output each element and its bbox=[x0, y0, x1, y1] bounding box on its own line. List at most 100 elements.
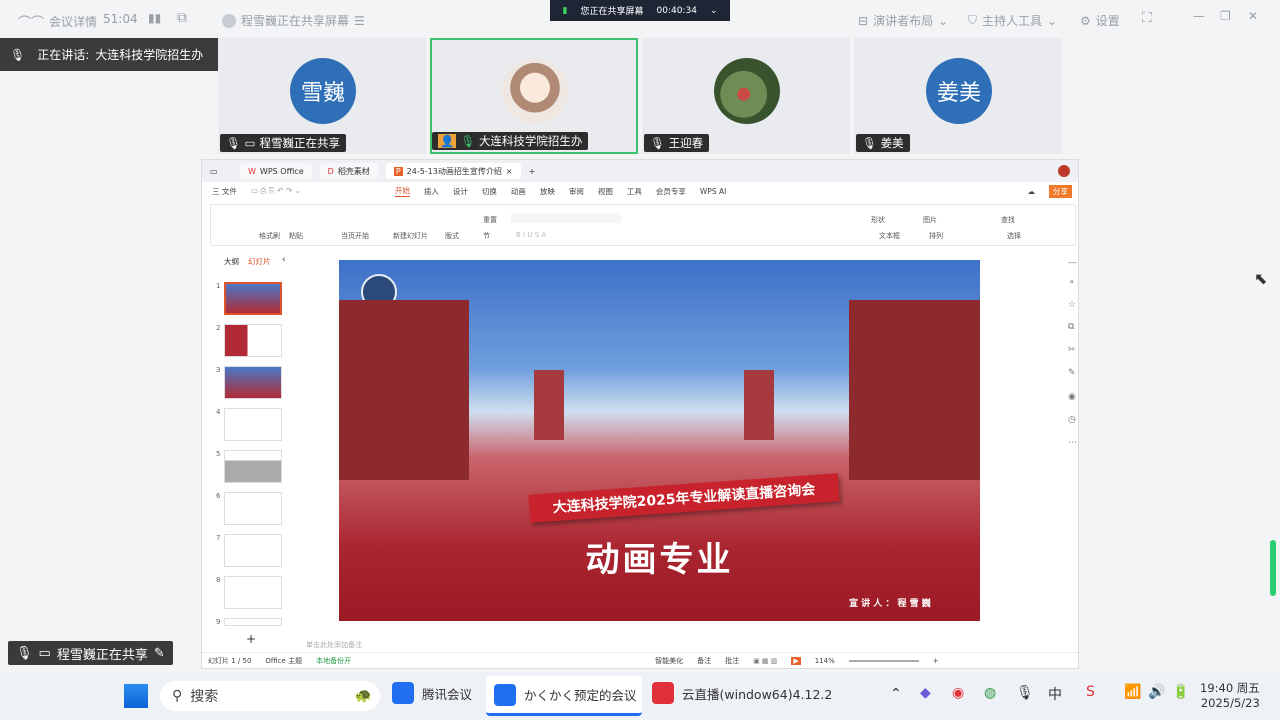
menu-item-view[interactable]: 视图 bbox=[598, 186, 613, 197]
smart-beautify-button[interactable]: 智能美化 bbox=[655, 656, 683, 666]
cloud-icon[interactable]: ☁ bbox=[1028, 187, 1036, 196]
chevron-down-icon[interactable]: ⌄ bbox=[710, 6, 718, 16]
slide-thumbnail[interactable] bbox=[224, 492, 282, 525]
close-icon[interactable]: ✕ bbox=[1248, 9, 1258, 23]
arrange-button[interactable]: 排列 bbox=[929, 231, 943, 241]
more-icon[interactable]: ⋯ bbox=[1068, 438, 1077, 448]
battery-icon[interactable]: 🔋 bbox=[1172, 684, 1189, 700]
menu-item-member[interactable]: 会员专享 bbox=[656, 186, 686, 197]
tab-wps-office[interactable]: W WPS Office bbox=[240, 163, 312, 179]
menu-item-review[interactable]: 审阅 bbox=[569, 186, 584, 197]
select-button[interactable]: 选择 bbox=[1007, 231, 1021, 241]
slide-thumbnail[interactable] bbox=[224, 408, 282, 441]
toolbar-quick-icons[interactable]: ▭ ⎙ ⎘ ↶ ↷ ⌄ bbox=[251, 186, 381, 196]
popout-icon[interactable]: ⧉ bbox=[177, 10, 187, 26]
notes-placeholder[interactable]: 单击此处添加备注 bbox=[306, 640, 362, 650]
input-method-icon[interactable]: 中 bbox=[1048, 684, 1062, 704]
menu-item-design[interactable]: 设计 bbox=[453, 186, 468, 197]
pen-icon[interactable]: ✎ bbox=[154, 646, 165, 661]
wifi-icon[interactable]: 📶 bbox=[1124, 684, 1141, 700]
tray-app-icon[interactable]: ◍ bbox=[984, 685, 996, 701]
star-icon[interactable]: ☆ bbox=[1068, 300, 1076, 310]
picture-button[interactable]: 图片 bbox=[923, 215, 937, 225]
slide-thumbnail[interactable] bbox=[224, 366, 282, 399]
textbox-button[interactable]: 文本框 bbox=[879, 231, 900, 241]
participant-tile[interactable]: 雪巍 🎙 ▭ 程雪巍正在共享 bbox=[218, 38, 426, 154]
history-icon[interactable]: ◷ bbox=[1068, 415, 1076, 425]
maximize-icon[interactable]: ❐ bbox=[1220, 9, 1231, 23]
file-menu[interactable]: 三 文件 bbox=[212, 186, 237, 197]
menu-item-slideshow[interactable]: 放映 bbox=[540, 186, 555, 197]
copy-icon[interactable]: ⧉ bbox=[1068, 322, 1074, 332]
scroll-indicator[interactable] bbox=[1270, 540, 1276, 596]
menu-item-transition[interactable]: 切换 bbox=[482, 186, 497, 197]
taskbar-search[interactable]: ⚲ 搜索 🐢 bbox=[160, 681, 380, 711]
menu-item-start[interactable]: 开始 bbox=[394, 185, 410, 197]
tab-outline[interactable]: 大纲 bbox=[224, 256, 239, 267]
host-tools-button[interactable]: ⛉ 主持人工具 ⌄ bbox=[968, 12, 1057, 29]
section-button[interactable]: 节 bbox=[483, 231, 490, 241]
share-button[interactable]: 分享 bbox=[1049, 184, 1072, 198]
tray-app-icon[interactable]: ◉ bbox=[952, 685, 964, 701]
add-tab-icon[interactable]: + bbox=[529, 167, 536, 176]
minus-icon[interactable]: — bbox=[1068, 258, 1077, 268]
shapes-icon[interactable]: ⚬ bbox=[1068, 278, 1076, 288]
slide-thumbnail[interactable] bbox=[224, 576, 282, 609]
shape-button[interactable]: 形状 bbox=[871, 215, 885, 225]
settings-button[interactable]: ⚙ 设置 bbox=[1080, 12, 1120, 29]
menu-item-insert[interactable]: 插入 bbox=[424, 186, 439, 197]
menu-item-tools[interactable]: 工具 bbox=[627, 186, 642, 197]
view-icons[interactable]: ▣ ▦ ▥ bbox=[753, 657, 777, 665]
comments-button[interactable]: 批注 bbox=[725, 656, 739, 666]
new-slide-button[interactable]: 新建幻灯片 bbox=[393, 231, 428, 241]
close-icon[interactable]: × bbox=[506, 167, 513, 176]
sharing-status[interactable]: 程雪巍正在共享屏幕 ☰ bbox=[222, 12, 365, 29]
paste-button[interactable]: 粘贴 bbox=[289, 231, 303, 241]
volume-icon[interactable]: 🔊 bbox=[1148, 684, 1165, 700]
record-icon[interactable]: ◉ bbox=[1068, 392, 1076, 402]
backup-status[interactable]: 本地备份开 bbox=[316, 656, 351, 666]
tab-presentation[interactable]: P 24-5-13动画招生宣传介绍 × bbox=[385, 163, 521, 179]
collapse-icon[interactable]: ‹ bbox=[282, 255, 286, 265]
chevron-up-icon[interactable]: ⌃ bbox=[890, 686, 902, 702]
participant-tile[interactable]: 🎙 王迎春 bbox=[642, 38, 850, 154]
zoom-level[interactable]: 114% bbox=[815, 657, 835, 665]
minimize-icon[interactable]: — bbox=[1193, 9, 1205, 23]
find-button[interactable]: 查找 bbox=[1001, 215, 1015, 225]
slide-thumbnail[interactable] bbox=[224, 282, 282, 315]
zoom-slider[interactable] bbox=[848, 659, 919, 662]
slide-thumbnail[interactable] bbox=[224, 618, 282, 626]
magic-icon[interactable]: ✎ bbox=[1068, 368, 1076, 378]
slide-thumbnail[interactable] bbox=[224, 534, 282, 567]
tab-docer-materials[interactable]: D 稻壳素材 bbox=[319, 163, 378, 179]
notes-button[interactable]: 备注 bbox=[697, 656, 711, 666]
taskbar-app-scheduled-meeting[interactable]: かくかく预定的会议 bbox=[486, 676, 642, 716]
sogou-icon[interactable]: S bbox=[1086, 684, 1095, 700]
window-icon[interactable]: ▭ bbox=[210, 167, 232, 176]
participant-tile[interactable]: 👤 🎙 大连科技学院招生办 bbox=[430, 38, 638, 154]
taskbar-clock[interactable]: 19:40 周五 2025/5/23 bbox=[1200, 681, 1260, 711]
format-painter-button[interactable]: 格式刷 bbox=[259, 231, 280, 241]
avatar[interactable] bbox=[1058, 165, 1070, 177]
theme-label[interactable]: Office 主题 bbox=[265, 656, 302, 666]
participant-tile[interactable]: 姜美 🎙 姜美 bbox=[854, 38, 1062, 154]
slide-thumbnail[interactable] bbox=[224, 324, 282, 357]
zoom-in-icon[interactable]: + bbox=[933, 657, 939, 665]
current-slide[interactable]: 大连科技学院2025年专业解读直播咨询会 动画专业 宣 讲 人 ： 程 雪 巍 bbox=[339, 260, 980, 621]
layout-button[interactable]: 版式 bbox=[445, 231, 459, 241]
microphone-icon[interactable]: 🎙 bbox=[1016, 685, 1034, 701]
fullscreen-icon[interactable]: ⛶ bbox=[1142, 10, 1152, 26]
meeting-details-button[interactable]: ⌒⌒ 会议详情 bbox=[18, 12, 97, 31]
tray-app-icon[interactable]: ◆ bbox=[920, 685, 931, 701]
reset-button[interactable]: 重置 bbox=[483, 215, 497, 225]
slide-thumbnail[interactable] bbox=[224, 450, 282, 483]
start-from-current-button[interactable]: 当页开始 bbox=[341, 231, 369, 241]
taskbar-app-tencent-meeting[interactable]: 腾讯会议 bbox=[392, 682, 472, 704]
menu-item-wps-ai[interactable]: WPS AI bbox=[700, 187, 726, 196]
windows-start-icon[interactable] bbox=[124, 684, 148, 708]
tab-slides[interactable]: 幻灯片 bbox=[248, 256, 271, 267]
font-style-icons[interactable]: B I U S A bbox=[516, 231, 546, 239]
play-icon[interactable]: ▶ bbox=[791, 656, 801, 665]
taskbar-app-cloud-live[interactable]: 云直播(window64)4.12.2 bbox=[652, 682, 832, 704]
screen-share-bar[interactable]: ▮ 您正在共享屏幕 00:40:34 ⌄ bbox=[550, 0, 730, 21]
